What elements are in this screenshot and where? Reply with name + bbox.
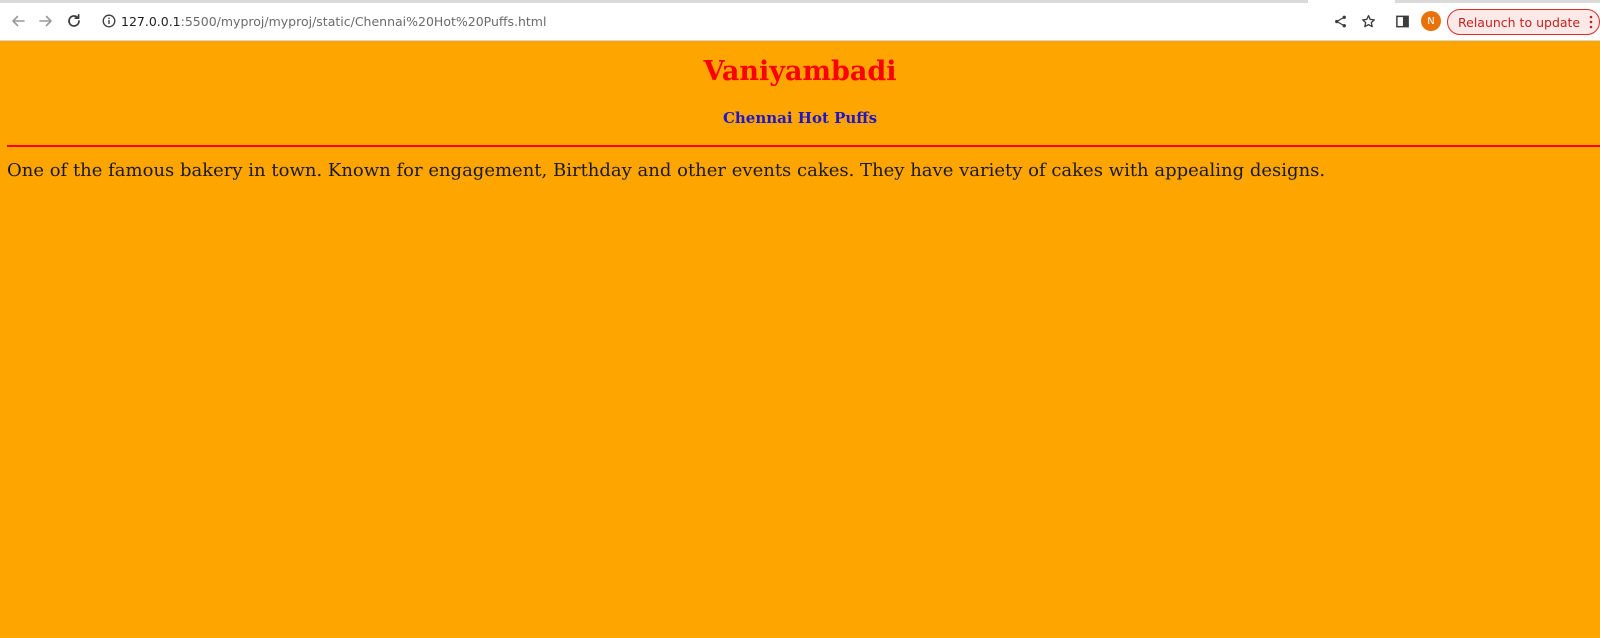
page-body: Vaniyambadi Chennai Hot Puffs One of the… — [0, 41, 1600, 638]
relaunch-button[interactable]: Relaunch to update — [1447, 9, 1600, 35]
tab-strip-edge — [0, 0, 1308, 3]
reload-icon — [68, 13, 80, 27]
bookmark-button[interactable] — [1358, 11, 1378, 31]
relaunch-label: Relaunch to update — [1458, 14, 1581, 30]
url-path: :5500/myproj/myproj/static/Chennai%20Hot… — [180, 13, 547, 29]
side-panel-icon — [1395, 15, 1409, 27]
arrow-left-icon — [12, 15, 25, 27]
page-subtitle: Chennai Hot Puffs — [722, 109, 878, 127]
bakery-description: One of the famous bakery in town. Known … — [7, 160, 1326, 181]
info-icon[interactable] — [92, 7, 120, 35]
share-button[interactable] — [1330, 11, 1350, 31]
browser-toolbar: 127.0.0.1:5500/myproj/myproj/static/Chen… — [0, 0, 1600, 41]
page-title: Vaniyambadi — [703, 56, 897, 87]
address-bar[interactable]: 127.0.0.1:5500/myproj/myproj/static/Chen… — [92, 7, 1308, 35]
star-icon — [1361, 14, 1375, 27]
horizontal-divider — [7, 145, 1600, 147]
share-icon — [1334, 15, 1346, 27]
url-host: 127.0.0.1 — [121, 13, 181, 29]
kebab-menu-icon[interactable] — [1589, 15, 1593, 29]
side-panel-button[interactable] — [1392, 11, 1412, 31]
url-text[interactable]: 127.0.0.1:5500/myproj/myproj/static/Chen… — [120, 14, 546, 29]
back-button[interactable] — [7, 10, 29, 32]
profile-avatar[interactable]: N — [1421, 11, 1441, 31]
forward-button[interactable] — [35, 10, 57, 32]
reload-button[interactable] — [63, 10, 85, 32]
tab-strip-edge-right — [1395, 0, 1600, 3]
arrow-right-icon — [39, 15, 52, 27]
